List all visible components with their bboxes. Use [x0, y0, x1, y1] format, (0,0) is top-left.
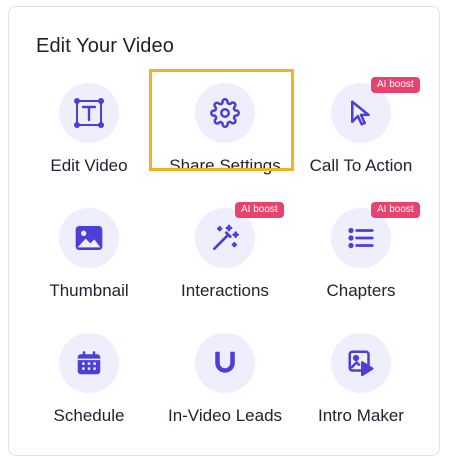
in-video-leads-label: In-Video Leads: [167, 406, 283, 425]
schedule-tile[interactable]: Schedule: [19, 327, 159, 437]
gear-icon: [210, 98, 240, 128]
in-video-leads-icon-wrap: [195, 333, 255, 393]
edit-video-label: Edit Video: [50, 156, 128, 175]
interactions-tile[interactable]: AI boost Interactions: [155, 202, 295, 312]
call-to-action-tile[interactable]: AI boost Call To Action: [291, 77, 431, 187]
cursor-icon: [351, 100, 370, 126]
text-frame-icon: [74, 98, 104, 128]
ai-boost-badge: AI boost: [371, 202, 420, 218]
intro-maker-tile[interactable]: Intro Maker: [291, 327, 431, 437]
image-icon: [75, 226, 103, 250]
magnet-icon: [215, 351, 235, 373]
image-play-icon: [348, 350, 374, 377]
panel-title: Edit Your Video: [36, 35, 174, 57]
edit-video-tile[interactable]: Edit Video: [19, 77, 159, 187]
calendar-icon: [77, 351, 101, 375]
thumbnail-label: Thumbnail: [49, 281, 129, 300]
ai-boost-badge: AI boost: [371, 77, 420, 93]
share-settings-tile[interactable]: Share Settings: [155, 77, 295, 187]
share-settings-icon-wrap: [195, 83, 255, 143]
in-video-leads-tile[interactable]: In-Video Leads: [155, 327, 295, 437]
chapters-tile[interactable]: AI boost Chapters: [291, 202, 431, 312]
thumbnail-icon-wrap: [59, 208, 119, 268]
list-icon: [348, 227, 374, 249]
chapters-label: Chapters: [326, 281, 396, 300]
interactions-label: Interactions: [181, 281, 269, 300]
call-to-action-label: Call To Action: [309, 156, 413, 175]
intro-maker-label: Intro Maker: [318, 406, 404, 425]
edit-video-panel: Edit Your Video Edit Video Share Setting…: [8, 6, 440, 456]
schedule-label: Schedule: [53, 406, 125, 425]
thumbnail-tile[interactable]: Thumbnail: [19, 202, 159, 312]
intro-maker-icon-wrap: [331, 333, 391, 393]
edit-video-icon-wrap: [59, 83, 119, 143]
schedule-icon-wrap: [59, 333, 119, 393]
ai-boost-badge: AI boost: [235, 202, 284, 218]
share-settings-label: Share Settings: [169, 156, 281, 175]
magic-wand-icon: [213, 224, 239, 250]
